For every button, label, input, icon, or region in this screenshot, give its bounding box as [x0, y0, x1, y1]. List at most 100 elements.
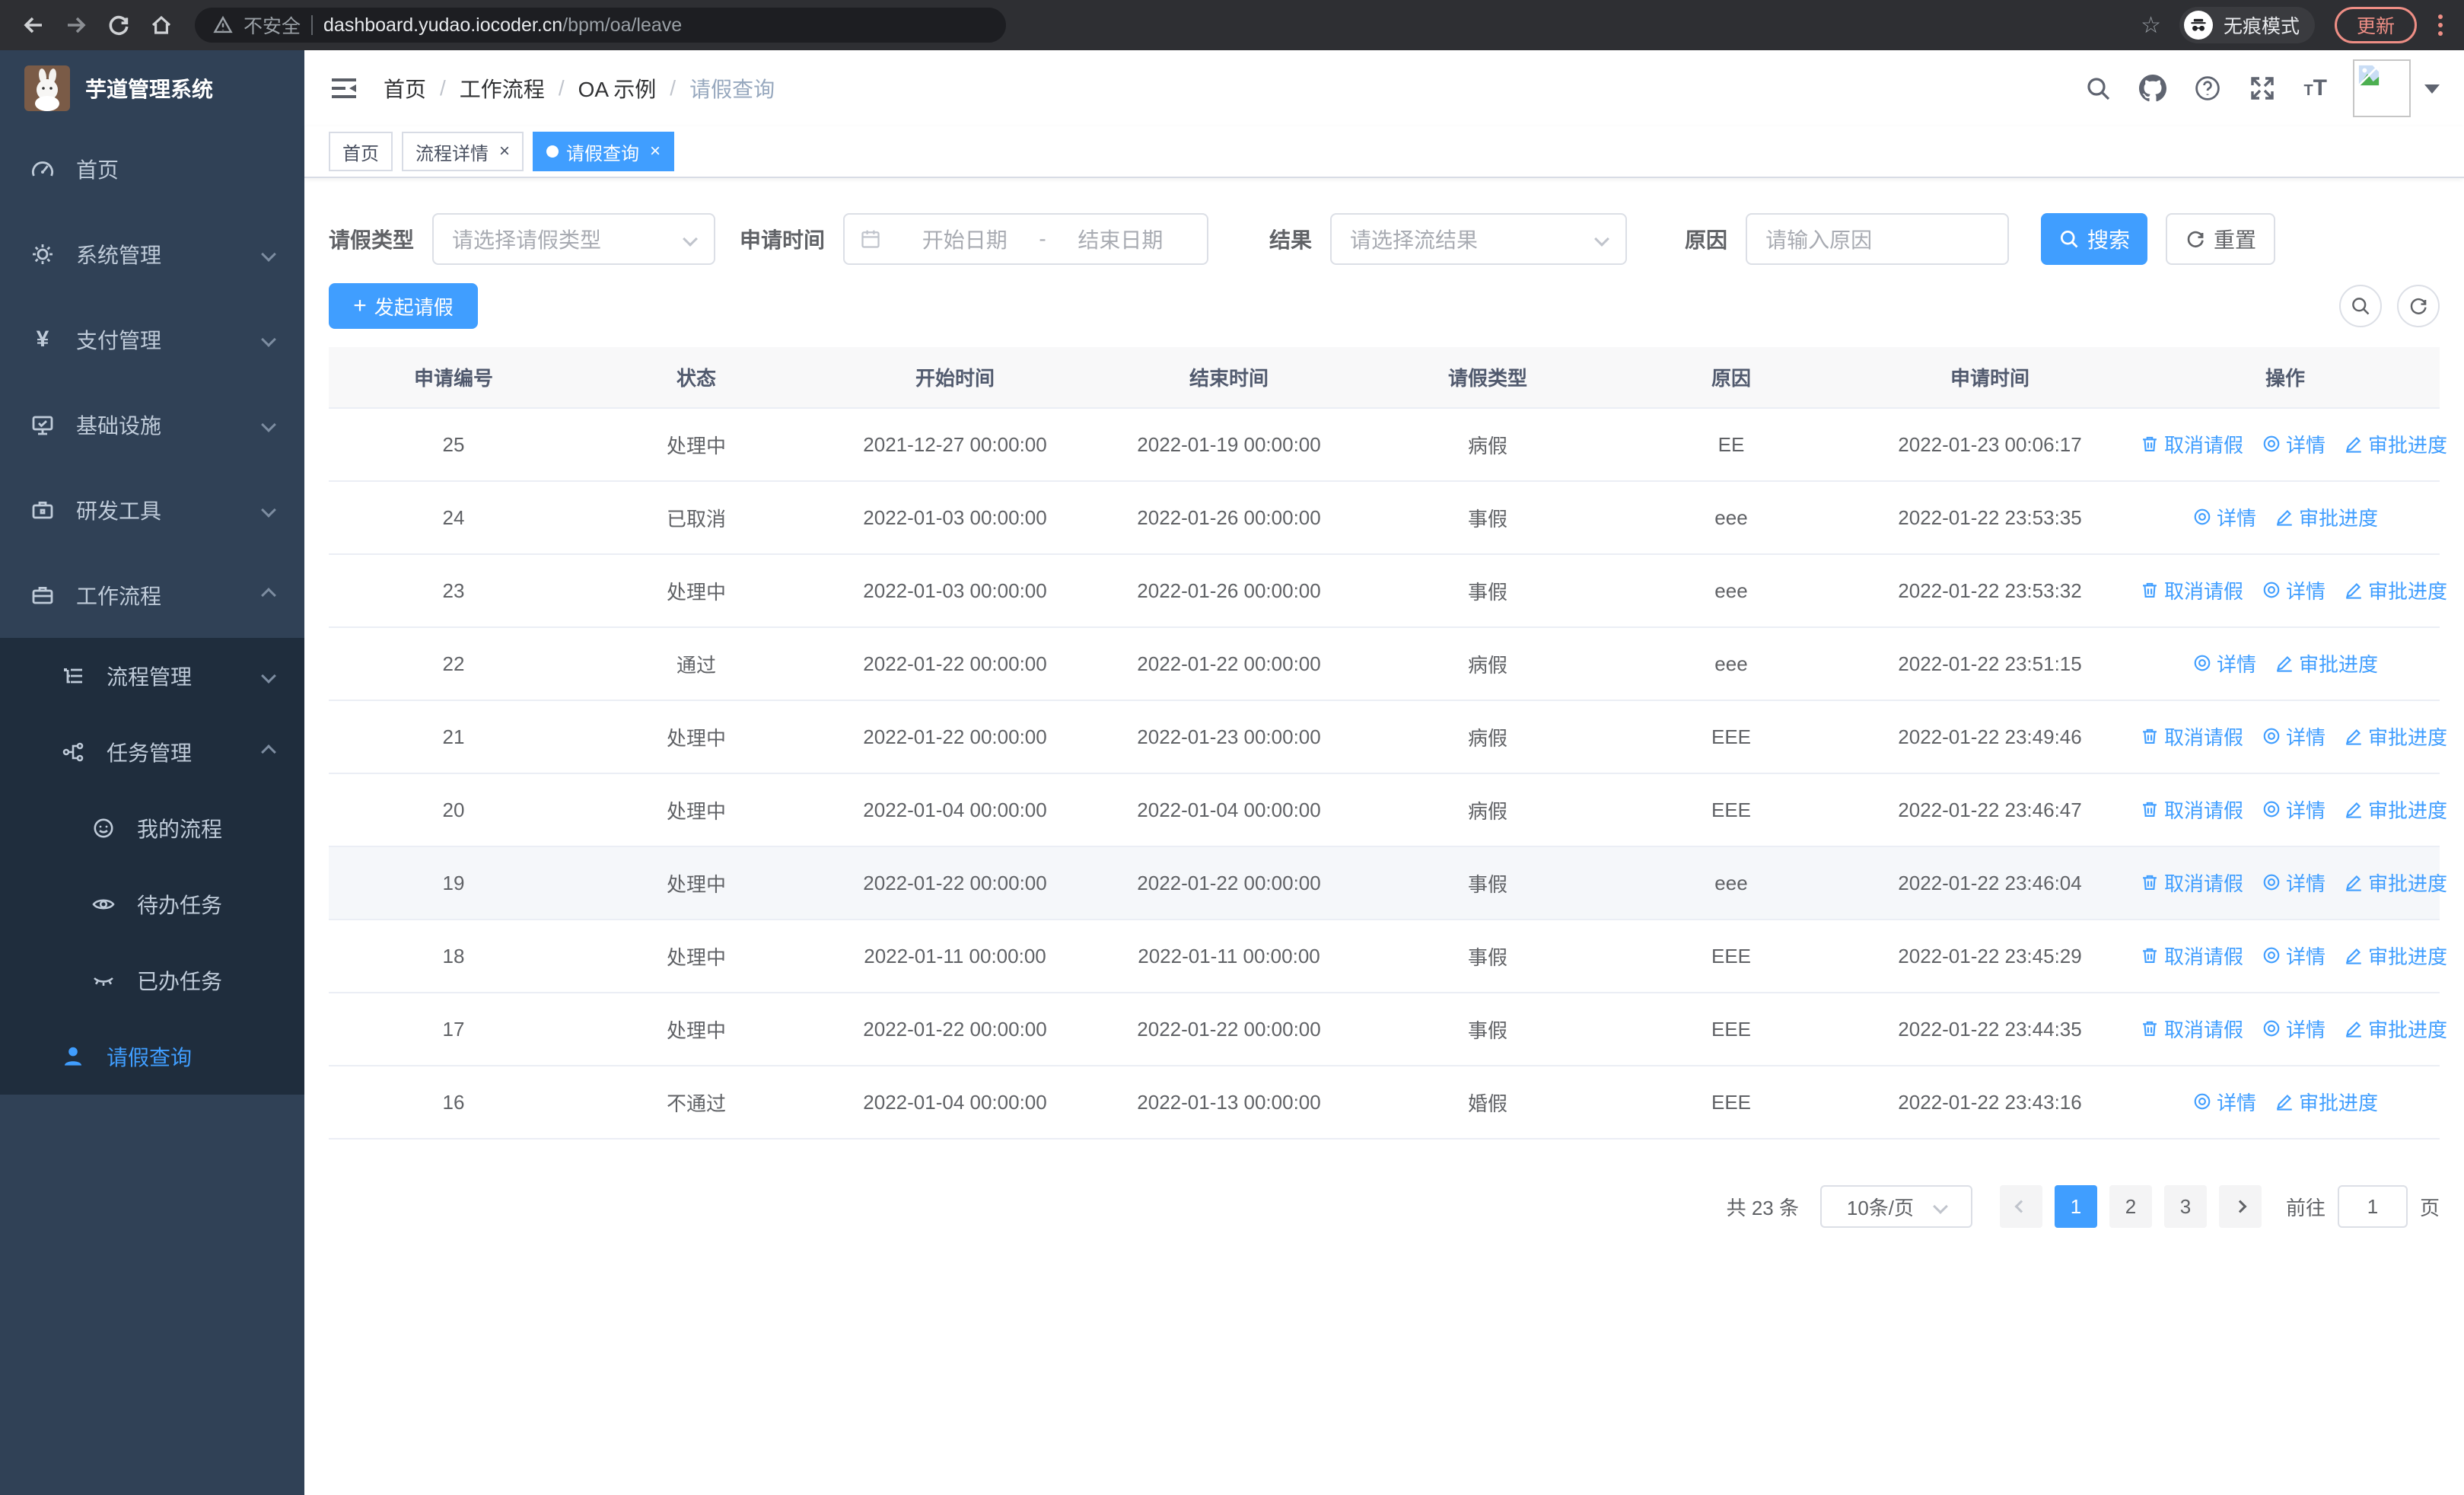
op-cancel-link[interactable]: 取消请假	[2140, 942, 2243, 970]
sidebar-item-leave-query[interactable]: 请假查询	[0, 1018, 304, 1095]
cell-id: 20	[329, 773, 578, 847]
col-header-id: 申请编号	[329, 347, 578, 409]
cell-leave-type: 病假	[1362, 700, 1613, 774]
sidebar-item-process-mgmt[interactable]: 流程管理	[0, 638, 304, 714]
prev-page-button[interactable]	[1999, 1185, 2042, 1228]
browser-reload-icon[interactable]	[100, 7, 137, 43]
breadcrumb-oa-example[interactable]: OA 示例	[578, 73, 657, 104]
op-detail-link[interactable]: 详情	[2192, 649, 2256, 677]
op-progress-link[interactable]: 审批进度	[2344, 430, 2447, 458]
cell-start-time: 2022-01-03 00:00:00	[814, 481, 1096, 555]
op-detail-link[interactable]: 详情	[2262, 795, 2326, 824]
sidebar-item-infra[interactable]: 基础设施	[0, 382, 304, 467]
url-bar[interactable]: 不安全 dashboard.yudao.iocoder.cn/bpm/oa/le…	[195, 8, 1006, 43]
op-cancel-link[interactable]: 取消请假	[2140, 576, 2243, 604]
op-cancel-link[interactable]: 取消请假	[2140, 795, 2243, 824]
op-progress-link[interactable]: 审批进度	[2344, 942, 2447, 970]
cell-status: 处理中	[578, 700, 814, 774]
sidebar-item-workflow[interactable]: 工作流程	[0, 553, 304, 638]
search-icon[interactable]	[2084, 75, 2112, 102]
goto-page-input[interactable]	[2337, 1185, 2408, 1228]
op-detail-link[interactable]: 详情	[2262, 869, 2326, 897]
op-progress-link[interactable]: 审批进度	[2344, 795, 2447, 824]
sidebar-item-my-process[interactable]: 我的流程	[0, 790, 304, 866]
op-cancel-link[interactable]: 取消请假	[2140, 869, 2243, 897]
op-cancel-link[interactable]: 取消请假	[2140, 1015, 2243, 1043]
close-icon[interactable]: ×	[650, 142, 661, 161]
tag-process-detail[interactable]: 流程详情 ×	[402, 132, 524, 171]
view-icon	[2263, 435, 2280, 452]
help-icon[interactable]	[2194, 75, 2221, 102]
bookmark-star-icon[interactable]: ☆	[2141, 12, 2161, 39]
browser-back-icon[interactable]	[15, 7, 52, 43]
page-button-1[interactable]: 1	[2054, 1185, 2097, 1228]
avatar-caret-icon[interactable]	[2424, 84, 2440, 101]
result-select[interactable]: 请选择流结果	[1330, 213, 1628, 265]
op-progress-link[interactable]: 审批进度	[2275, 649, 2378, 677]
op-progress-link[interactable]: 审批进度	[2344, 576, 2447, 604]
cell-id: 24	[329, 481, 578, 555]
search-button[interactable]: 搜索	[2041, 213, 2148, 265]
page-button-2[interactable]: 2	[2109, 1185, 2152, 1228]
leave-type-select[interactable]: 请选择请假类型	[432, 213, 716, 265]
op-detail-link[interactable]: 详情	[2262, 430, 2326, 458]
sidebar-item-system[interactable]: 系统管理	[0, 212, 304, 297]
tag-home[interactable]: 首页	[329, 132, 393, 171]
op-detail-link[interactable]: 详情	[2262, 942, 2326, 970]
browser-home-icon[interactable]	[143, 7, 180, 43]
op-cancel-link[interactable]: 取消请假	[2140, 430, 2243, 458]
sidebar-item-home[interactable]: 首页	[0, 126, 304, 212]
reason-input[interactable]: 请输入原因	[1746, 213, 2010, 265]
breadcrumb-home[interactable]: 首页	[384, 73, 426, 104]
cell-id: 21	[329, 700, 578, 774]
create-leave-button[interactable]: + 发起请假	[329, 283, 478, 329]
cell-end-time: 2022-01-13 00:00:00	[1096, 1066, 1362, 1140]
toggle-search-button[interactable]	[2339, 285, 2382, 327]
op-progress-link[interactable]: 审批进度	[2344, 1015, 2447, 1043]
page-button-3[interactable]: 3	[2163, 1185, 2207, 1228]
monitor-icon	[32, 416, 53, 435]
op-progress-link[interactable]: 审批进度	[2344, 869, 2447, 897]
op-detail-link[interactable]: 详情	[2192, 1088, 2256, 1116]
op-progress-link[interactable]: 审批进度	[2275, 1088, 2378, 1116]
app-logo[interactable]: 芋道管理系统	[0, 50, 304, 126]
page-size-select[interactable]: 10条/页	[1819, 1185, 1972, 1228]
close-icon[interactable]: ×	[499, 142, 510, 161]
op-cancel-link[interactable]: 取消请假	[2140, 722, 2243, 751]
apply-time-range-picker[interactable]: 开始日期 - 结束日期	[843, 213, 1209, 265]
github-icon[interactable]	[2139, 75, 2167, 102]
sidebar-item-done-tasks[interactable]: 已办任务	[0, 942, 304, 1018]
table-toolbar: + 发起请假	[329, 283, 2440, 329]
sidebar-item-todo-tasks[interactable]: 待办任务	[0, 866, 304, 942]
avatar[interactable]	[2353, 59, 2411, 117]
pen-icon	[2346, 1022, 2361, 1038]
refresh-table-button[interactable]	[2397, 285, 2440, 327]
eye-closed-icon	[94, 977, 113, 986]
sidebar-item-payment[interactable]: ¥ 支付管理	[0, 297, 304, 382]
cell-start-time: 2022-01-11 00:00:00	[814, 920, 1096, 993]
op-detail-link[interactable]: 详情	[2262, 722, 2326, 751]
font-size-icon[interactable]: TT	[2303, 75, 2327, 101]
end-date-input[interactable]: 结束日期	[1049, 224, 1192, 254]
op-progress-link[interactable]: 审批进度	[2275, 503, 2378, 531]
op-detail-link[interactable]: 详情	[2262, 576, 2326, 604]
table-row: 20 处理中 2022-01-04 00:00:00 2022-01-04 00:00…	[329, 773, 2447, 847]
tag-leave-query[interactable]: 请假查询 ×	[533, 132, 675, 171]
next-page-button[interactable]	[2218, 1185, 2262, 1228]
browser-update-button[interactable]: 更新	[2334, 7, 2417, 43]
filter-form: 请假类型 请选择请假类型 申请时间 开始日期 - 结束日期 结果 请选择流结果	[329, 213, 2440, 265]
op-progress-link[interactable]: 审批进度	[2344, 722, 2447, 751]
fullscreen-icon[interactable]	[2249, 75, 2276, 102]
hamburger-icon[interactable]	[329, 73, 359, 104]
sidebar-item-devtools[interactable]: 研发工具	[0, 467, 304, 553]
cell-status: 通过	[578, 627, 814, 701]
browser-menu-icon[interactable]	[2438, 14, 2443, 36]
breadcrumb-workflow[interactable]: 工作流程	[460, 73, 545, 104]
sidebar-item-task-mgmt[interactable]: 任务管理	[0, 714, 304, 790]
reset-button[interactable]: 重置	[2166, 213, 2276, 265]
op-detail-link[interactable]: 详情	[2262, 1015, 2326, 1043]
start-date-input[interactable]: 开始日期	[893, 224, 1036, 254]
col-header-ops: 操作	[2131, 347, 2440, 409]
op-detail-link[interactable]: 详情	[2192, 503, 2256, 531]
browser-forward-icon[interactable]	[58, 7, 94, 43]
